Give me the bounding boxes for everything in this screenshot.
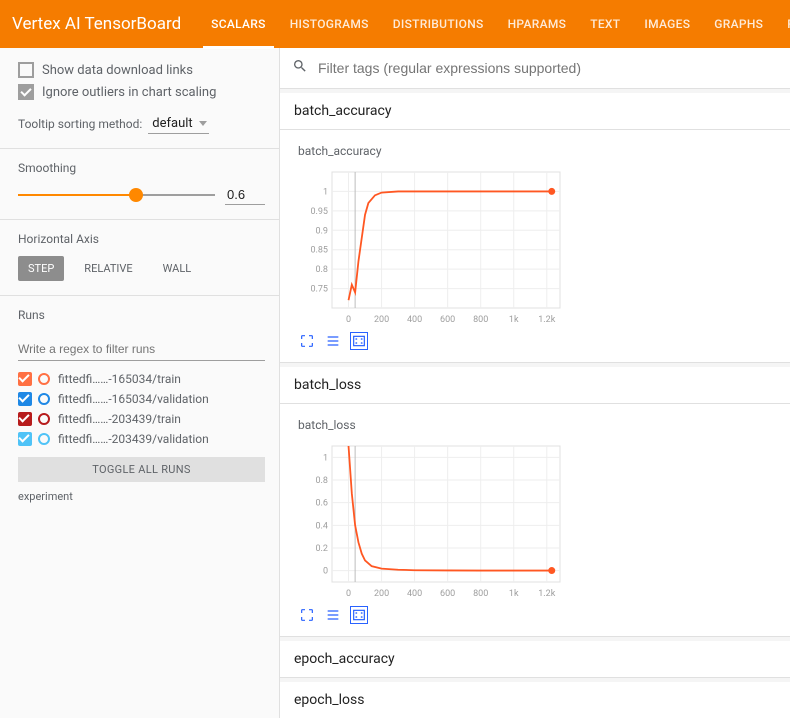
svg-text:0.9: 0.9 [316, 226, 329, 236]
run-item[interactable]: fittedfi……-203439/train [18, 409, 265, 429]
sidebar: Show data download links Ignore outliers… [0, 48, 280, 718]
run-item[interactable]: fittedfi……-203439/validation [18, 429, 265, 449]
run-label: fittedfi……-165034/train [58, 372, 181, 386]
checkbox-icon [18, 62, 34, 78]
header-tabs: SCALARSHISTOGRAMSDISTRIBUTIONSHPARAMSTEX… [199, 0, 790, 48]
smoothing-input[interactable] [225, 185, 265, 205]
run-label: fittedfi……-165034/validation [58, 392, 209, 406]
panel-header[interactable]: epoch_accuracy [280, 641, 790, 677]
toggle-all-runs-button[interactable]: TOGGLE ALL RUNS [18, 457, 265, 482]
panel-batch-loss: batch_loss batch_loss 0 200 400 600 800 1k 1.2… [280, 367, 790, 637]
run-label: fittedfi……-203439/train [58, 412, 181, 426]
search-icon [292, 58, 308, 78]
tab-graphs[interactable]: GRAPHS [702, 0, 775, 48]
svg-text:600: 600 [440, 589, 455, 599]
chart-title: batch_loss [298, 418, 776, 432]
tab-histograms[interactable]: HISTOGRAMS [278, 0, 381, 48]
tab-hparams[interactable]: HPARAMS [496, 0, 579, 48]
svg-text:0.8: 0.8 [316, 265, 329, 275]
chart-tools [298, 332, 776, 350]
ignore-outliers-label: Ignore outliers in chart scaling [42, 85, 216, 100]
svg-text:400: 400 [407, 589, 422, 599]
svg-text:0.4: 0.4 [316, 521, 329, 531]
smoothing-label: Smoothing [18, 161, 265, 175]
run-checkbox-icon [18, 432, 32, 446]
haxis-option-step[interactable]: STEP [18, 256, 64, 281]
panel-batch-accuracy: batch_accuracy batch_accuracy 0 200 400 600… [280, 93, 790, 363]
tooltip-sort-select[interactable]: default [148, 114, 208, 134]
runs-filter-input[interactable] [18, 338, 265, 361]
tab-profile[interactable]: PROFILE [775, 0, 790, 48]
haxis-option-wall[interactable]: WALL [153, 256, 202, 281]
svg-text:1k: 1k [509, 589, 519, 599]
checkbox-checked-icon [18, 84, 34, 100]
tab-images[interactable]: IMAGES [632, 0, 702, 48]
tag-filter-input[interactable] [316, 59, 778, 77]
show-download-links-toggle[interactable]: Show data download links [18, 62, 265, 78]
chart-batch-loss[interactable]: 0 200 400 600 800 1k 1.2k 0 0.2 0.4 0.6 0.8 1 [298, 440, 568, 600]
svg-text:600: 600 [440, 315, 455, 325]
svg-text:800: 800 [473, 315, 488, 325]
chart-title: batch_accuracy [298, 144, 776, 158]
run-color-icon [38, 393, 50, 405]
expand-icon[interactable] [298, 332, 316, 350]
svg-text:0.2: 0.2 [316, 544, 329, 554]
svg-text:0: 0 [346, 315, 351, 325]
svg-text:0: 0 [323, 567, 328, 577]
list-icon[interactable] [324, 606, 342, 624]
run-color-icon [38, 433, 50, 445]
tooltip-sort-value: default [152, 116, 192, 131]
svg-text:400: 400 [407, 315, 422, 325]
panel-header[interactable]: epoch_loss [280, 682, 790, 718]
chart-batch-accuracy[interactable]: 0 200 400 600 800 1k 1.2k 0.75 0.8 0.85 0.9 0.95 1 [298, 166, 568, 326]
expand-icon[interactable] [298, 606, 316, 624]
runs-label: Runs [18, 308, 265, 322]
run-color-icon [38, 413, 50, 425]
experiment-label: experiment [18, 490, 265, 503]
tag-filter-row [280, 48, 790, 89]
fit-icon[interactable] [350, 332, 368, 350]
svg-text:0.85: 0.85 [310, 246, 328, 256]
chart-tools [298, 606, 776, 624]
haxis-option-relative[interactable]: RELATIVE [74, 256, 142, 281]
svg-text:200: 200 [374, 589, 389, 599]
run-label: fittedfi……-203439/validation [58, 432, 209, 446]
fit-icon[interactable] [350, 606, 368, 624]
tooltip-sort-label: Tooltip sorting method: [18, 117, 142, 131]
tab-distributions[interactable]: DISTRIBUTIONS [381, 0, 496, 48]
run-item[interactable]: fittedfi……-165034/validation [18, 389, 265, 409]
svg-text:0.95: 0.95 [310, 207, 328, 217]
panel-header[interactable]: batch_accuracy [280, 93, 790, 130]
horizontal-axis-label: Horizontal Axis [18, 232, 265, 246]
main-area: batch_accuracy batch_accuracy 0 200 400 600… [280, 48, 790, 718]
svg-text:1: 1 [323, 187, 328, 197]
svg-text:0.6: 0.6 [316, 499, 329, 509]
svg-text:1: 1 [323, 453, 328, 463]
svg-text:1k: 1k [509, 315, 519, 325]
svg-text:0: 0 [346, 589, 351, 599]
svg-text:800: 800 [473, 589, 488, 599]
svg-text:1.2k: 1.2k [538, 315, 555, 325]
run-checkbox-icon [18, 372, 32, 386]
list-icon[interactable] [324, 332, 342, 350]
tab-scalars[interactable]: SCALARS [199, 0, 278, 48]
svg-text:1.2k: 1.2k [538, 589, 555, 599]
smoothing-slider[interactable] [18, 185, 215, 205]
run-item[interactable]: fittedfi……-165034/train [18, 369, 265, 389]
app-header: Vertex AI TensorBoard SCALARSHISTOGRAMSD… [0, 0, 790, 48]
show-download-links-label: Show data download links [42, 63, 193, 78]
svg-text:200: 200 [374, 315, 389, 325]
ignore-outliers-toggle[interactable]: Ignore outliers in chart scaling [18, 84, 265, 100]
svg-text:0.75: 0.75 [310, 285, 328, 295]
app-title: Vertex AI TensorBoard [12, 14, 181, 34]
run-checkbox-icon [18, 392, 32, 406]
tab-text[interactable]: TEXT [578, 0, 632, 48]
panel-header[interactable]: batch_loss [280, 367, 790, 404]
run-checkbox-icon [18, 412, 32, 426]
svg-text:0.8: 0.8 [316, 476, 329, 486]
panel-epoch-accuracy: epoch_accuracy [280, 641, 790, 678]
panel-epoch-loss: epoch_loss [280, 682, 790, 718]
horizontal-axis-group: STEP RELATIVE WALL [18, 256, 265, 281]
run-color-icon [38, 373, 50, 385]
